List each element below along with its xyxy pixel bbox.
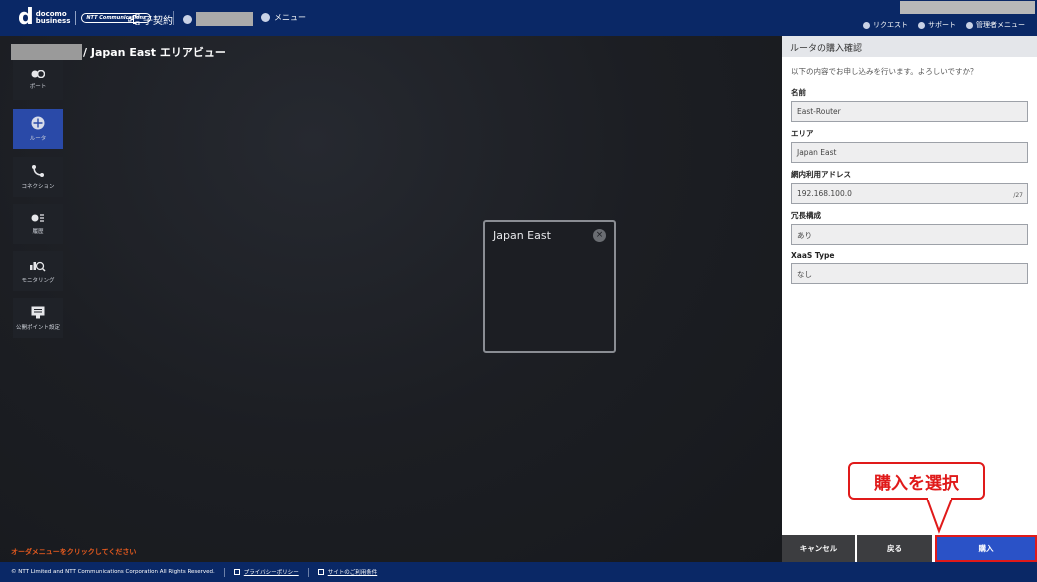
footer-divider [223,567,225,577]
field-label: 網内利用アドレス [791,170,851,179]
child-contract-link[interactable]: 子契約 [128,12,173,27]
menu-link[interactable]: メニュー [261,12,306,23]
sidebar-item-label: コネクション [21,184,55,190]
logo-bottom-text: business [35,17,71,25]
logo-wordmark: docomo business [36,11,71,25]
breadcrumb-title: / Japan East エリアビュー [83,46,226,59]
bell-icon [863,21,870,29]
footer-bar: © NTT Limited and NTT Communications Cor… [0,562,1037,582]
account-icon [183,14,192,24]
panel-title: ルータの購入確認 [782,36,1037,57]
menu-gear-icon [261,13,270,22]
privacy-policy-label: プライバシーポリシー [243,570,299,576]
monitoring-icon [30,261,46,272]
gear-icon [966,21,973,29]
request-link[interactable]: リクエスト [863,20,908,30]
support-label: サポート [928,21,956,29]
close-icon[interactable]: × [593,229,606,242]
sidebar-item-label: 公開ポイント設定 [15,324,60,331]
admin-menu-label: 管理者メニュー [976,21,1025,29]
field-label: 冗長構成 [791,211,821,220]
terms-of-use-label: サイトのご利用条件 [327,570,378,576]
history-icon [31,214,44,222]
footer-divider [307,567,309,577]
request-label: リクエスト [873,21,908,29]
external-link-icon [233,569,240,575]
field-xaas-type: XaaS Type なし [782,251,1037,284]
router-icon [31,116,45,130]
help-icon [918,21,925,29]
field-value: なし [797,270,812,279]
field-label: エリア [791,129,814,138]
field-value: Japan East [797,148,837,157]
copyright-text: © NTT Limited and NTT Communications Cor… [11,569,215,575]
name-field: East-Router [791,101,1028,122]
redacted-user-info [900,1,1035,14]
area-card-japan-east[interactable]: Japan East × [483,220,616,353]
sidebar-item-monitoring[interactable]: モニタリング [13,251,63,291]
logo-divider [75,11,77,25]
cancel-button[interactable]: キャンセル [782,535,855,562]
public-point-icon [31,306,45,318]
menu-label: メニュー [274,13,306,22]
back-button[interactable]: 戻る [857,535,932,562]
sidebar-item-label: 履歴 [32,229,44,235]
privacy-policy-link[interactable]: プライバシーポリシー [233,568,299,576]
hierarchy-icon [128,14,140,25]
sidebar-item-label: モニタリング [21,278,55,284]
area-field: Japan East [791,142,1028,163]
field-label: XaaS Type [791,251,835,260]
field-label: 名前 [791,88,806,97]
field-value: あり [797,231,812,240]
xaas-type-field: なし [791,263,1028,284]
field-name: 名前 East-Router [782,87,1037,122]
buy-button[interactable]: 購入 [935,535,1037,562]
field-value: 192.168.100.0 [797,189,852,198]
panel-button-row: キャンセル 戻る 購入 [782,535,1037,562]
connection-icon [32,165,44,177]
support-link[interactable]: サポート [918,20,956,30]
field-area: エリア Japan East [782,128,1037,163]
redacted-account-name [196,12,253,26]
area-view-canvas: / Japan East エリアビュー ポート ルータ コネクション 履歴 モニ… [0,36,782,562]
select-buy-callout: 購入を選択 [848,462,985,500]
external-link-icon [317,569,324,575]
area-card-title: Japan East [493,229,551,242]
header-bar: d docomo business NTT Communications 子契約… [0,0,1037,36]
logo-d-mark: d [18,5,34,30]
field-address: 網内利用アドレス 192.168.100.0 /27 [782,169,1037,204]
admin-menu-link[interactable]: 管理者メニュー [966,20,1025,30]
sidebar-item-router[interactable]: ルータ [13,109,63,149]
sidebar-item-public-point[interactable]: 公開ポイント設定 [13,298,63,338]
address-field: 192.168.100.0 /27 [791,183,1028,204]
sidebar-item-label: ポート [29,84,47,90]
panel-description: 以下の内容でお申し込みを行います。よろしいですか？ [791,67,978,76]
field-redundancy: 冗長構成 あり [782,210,1037,245]
redundancy-field: あり [791,224,1028,245]
account-selector[interactable] [183,12,253,26]
sidebar-item-history[interactable]: 履歴 [13,204,63,244]
header-divider [173,11,174,25]
terms-of-use-link[interactable]: サイトのご利用条件 [317,568,378,576]
sidebar-item-port[interactable]: ポート [13,60,63,100]
port-icon [31,70,45,78]
breadcrumb: / Japan East エリアビュー [11,44,226,60]
child-contract-label: 子契約 [143,16,173,27]
cidr-suffix: /27 [1013,192,1023,199]
order-menu-hint: オーダメニューをクリックしてください [11,548,137,556]
sidebar-item-label: ルータ [29,136,47,142]
field-value: East-Router [797,107,841,116]
redacted-breadcrumb-prefix [11,44,82,60]
sidebar-item-connection[interactable]: コネクション [13,157,63,197]
header-links: リクエスト サポート 管理者メニュー [853,20,1025,30]
callout-pointer [926,498,953,534]
